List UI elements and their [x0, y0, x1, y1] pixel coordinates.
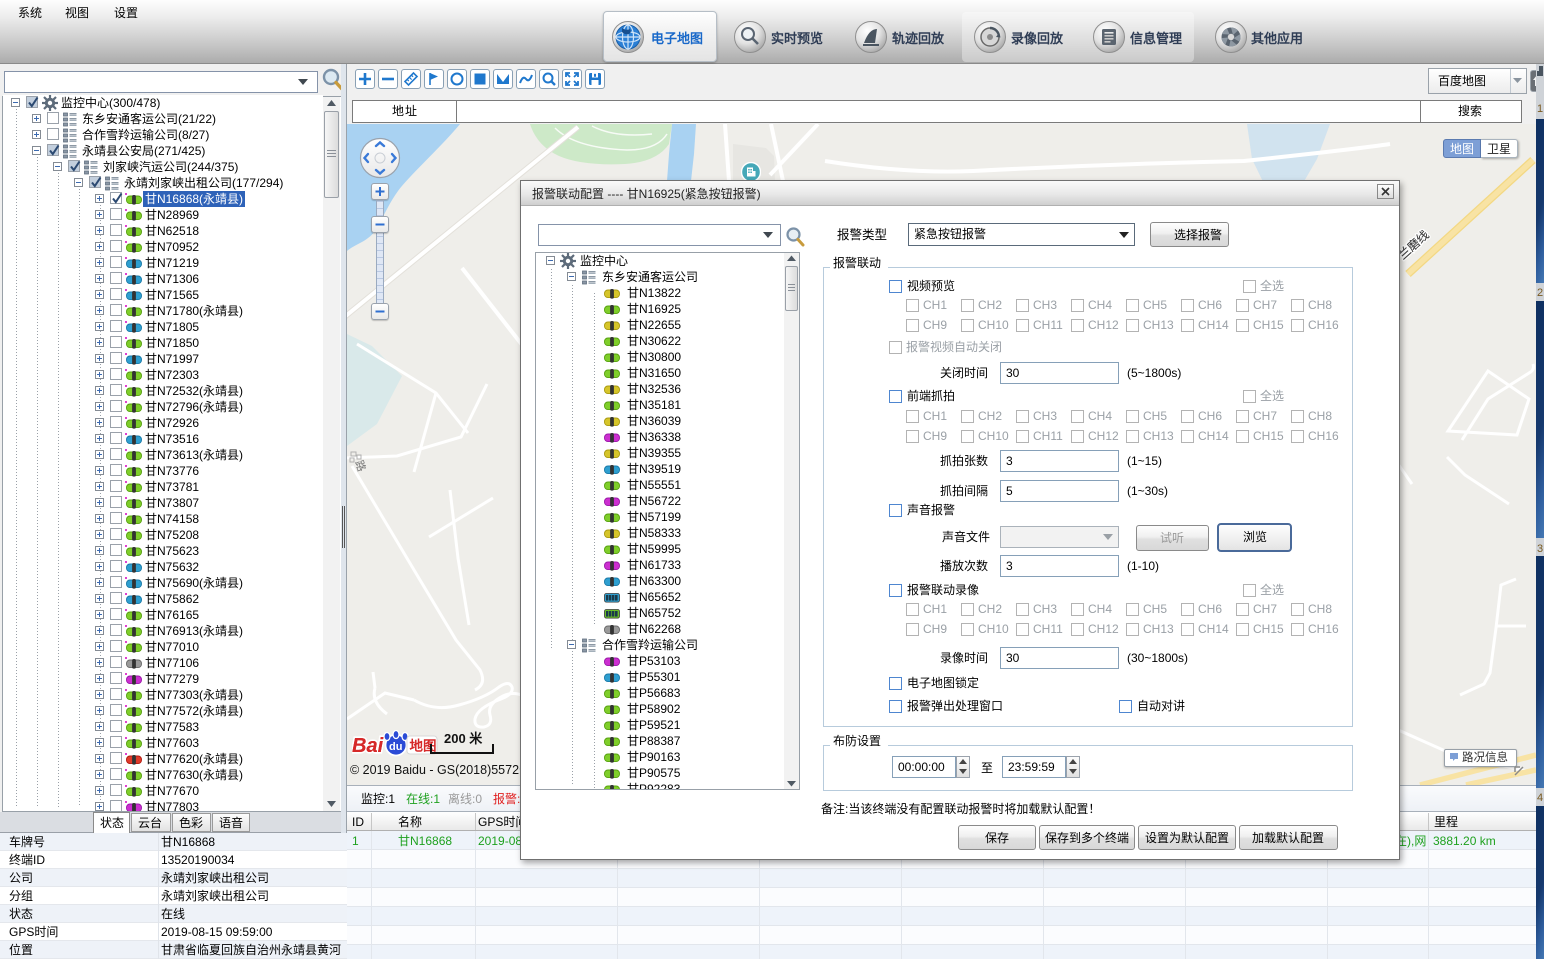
svg-text:Bai: Bai [352, 735, 384, 757]
svg-text:du: du [389, 741, 402, 753]
